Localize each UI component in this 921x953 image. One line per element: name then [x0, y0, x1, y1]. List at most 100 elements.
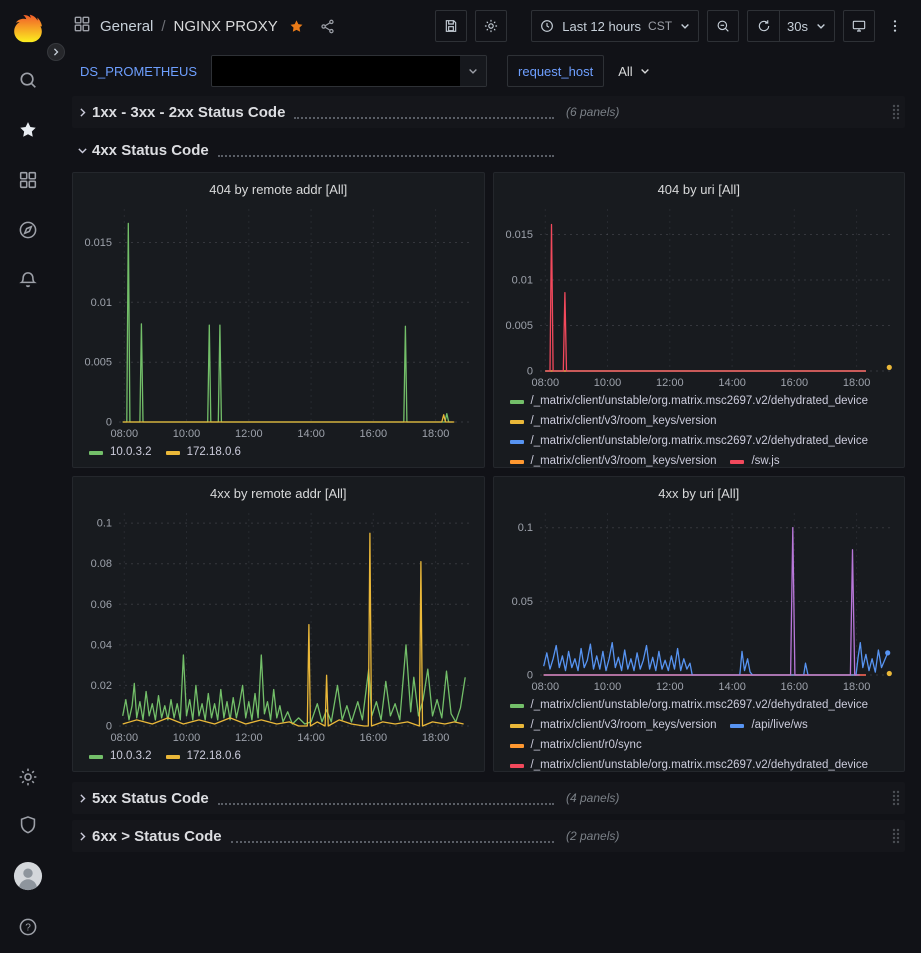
svg-text:16:00: 16:00 — [780, 681, 808, 693]
panel-404-by-uri: 404 by uri [All] 00.0050.010.01508:0010:… — [493, 172, 906, 468]
series-color-marker — [510, 400, 524, 404]
panel-legend: /_matrix/client/unstable/org.matrix.msc2… — [494, 391, 905, 467]
row-title: 1xx - 3xx - 2xx Status Code — [92, 104, 285, 121]
legend-item[interactable]: /_matrix/client/unstable/org.matrix.msc2… — [510, 756, 869, 771]
legend-item[interactable]: /_matrix/client/unstable/org.matrix.msc2… — [510, 432, 869, 451]
kebab-menu-button[interactable] — [883, 10, 907, 42]
drag-handle-icon[interactable] — [889, 790, 903, 806]
svg-text:0.1: 0.1 — [517, 522, 532, 534]
drag-handle-icon[interactable] — [889, 104, 903, 120]
svg-text:0: 0 — [526, 366, 532, 378]
user-avatar-button[interactable] — [13, 861, 43, 891]
save-icon — [443, 18, 459, 34]
sidebar-item-server-admin[interactable] — [16, 813, 40, 837]
time-range-picker[interactable]: Last 12 hours CST — [531, 10, 699, 42]
panel-title[interactable]: 404 by uri [All] — [494, 173, 905, 201]
time-series-chart[interactable]: 00.0050.010.01508:0010:0012:0014:0016:00… — [73, 201, 484, 442]
sidebar-item-alerting[interactable] — [16, 268, 40, 292]
svg-text:14:00: 14:00 — [718, 377, 746, 389]
legend-item[interactable]: 10.0.3.2 — [89, 747, 152, 766]
sidebar-item-configuration[interactable] — [16, 765, 40, 789]
main-area: General / NGINX PROXY — [56, 0, 921, 953]
grafana-logo[interactable] — [10, 10, 46, 46]
time-series-chart[interactable]: 00.050.108:0010:0012:0014:0016:0018:00 — [494, 505, 905, 695]
variable-dropdown-request-host[interactable]: All — [610, 55, 658, 87]
legend-item[interactable]: 172.18.0.6 — [166, 747, 241, 766]
favorite-button[interactable] — [288, 18, 305, 35]
sidebar-item-explore[interactable] — [16, 218, 40, 242]
sidebar-expand-button[interactable] — [47, 43, 65, 61]
legend-item[interactable]: /_matrix/client/unstable/org.matrix.msc2… — [510, 696, 869, 715]
panel-title[interactable]: 404 by remote addr [All] — [73, 173, 484, 201]
variables-bar: DS_PROMETHEUS request_host All — [56, 52, 921, 96]
chevron-right-icon — [72, 830, 92, 843]
svg-text:0.015: 0.015 — [84, 237, 112, 249]
legend-item[interactable]: /_matrix/client/v3/room_keys/version — [510, 716, 717, 735]
save-dashboard-button[interactable] — [435, 10, 467, 42]
svg-text:14:00: 14:00 — [297, 428, 325, 440]
refresh-interval-dropdown[interactable]: 30s — [779, 10, 835, 42]
variable-dropdown-ds-prometheus[interactable] — [211, 55, 487, 87]
svg-text:0.04: 0.04 — [91, 639, 112, 651]
dashboard-row-5xx[interactable]: 5xx Status Code (4 panels) — [72, 782, 905, 814]
time-series-chart[interactable]: 00.0050.010.01508:0010:0012:0014:0016:00… — [494, 201, 905, 391]
sidebar-item-help[interactable]: ? — [16, 915, 40, 939]
dashboard-title: NGINX PROXY — [174, 18, 278, 35]
dotted-leader — [294, 105, 554, 119]
legend-item[interactable]: /_matrix/client/r0/sync — [510, 736, 642, 755]
legend-item[interactable]: /_matrix/client/v3/room_keys/version — [510, 412, 717, 431]
dashboard-settings-button[interactable] — [475, 10, 507, 42]
legend-label: /_matrix/client/unstable/org.matrix.msc2… — [531, 432, 869, 451]
legend-item[interactable]: /sw.js — [730, 452, 779, 467]
chevron-down-icon — [679, 20, 691, 32]
legend-label: /_matrix/client/unstable/org.matrix.msc2… — [531, 392, 869, 411]
svg-text:18:00: 18:00 — [422, 428, 450, 440]
zoom-out-button[interactable] — [707, 10, 739, 42]
panel-title[interactable]: 4xx by remote addr [All] — [73, 477, 484, 505]
legend-item[interactable]: /_matrix/client/unstable/org.matrix.msc2… — [510, 392, 869, 411]
chart-svg: 00.020.040.060.080.108:0010:0012:0014:00… — [73, 505, 484, 746]
svg-text:10:00: 10:00 — [173, 732, 201, 744]
chevron-down-icon — [815, 20, 827, 32]
chevron-down-icon — [639, 65, 651, 77]
refresh-button[interactable] — [747, 10, 779, 42]
time-range-label: Last 12 hours — [562, 19, 641, 34]
panel-4xx-by-remote-addr: 4xx by remote addr [All] 00.020.040.060.… — [72, 476, 485, 772]
chevron-down-icon — [72, 144, 92, 157]
drag-handle-icon[interactable] — [889, 828, 903, 844]
refresh-icon — [756, 18, 772, 34]
sidebar-item-starred[interactable] — [16, 118, 40, 142]
dashboard-row-1xx-3xx-2xx[interactable]: 1xx - 3xx - 2xx Status Code (6 panels) — [72, 96, 905, 128]
series-color-marker — [89, 755, 103, 759]
legend-item[interactable]: /api/live/ws — [730, 716, 807, 735]
legend-label: /_matrix/client/v3/room_keys/version — [531, 452, 717, 467]
legend-item[interactable]: 172.18.0.6 — [166, 443, 241, 462]
share-button[interactable] — [319, 18, 336, 35]
help-icon: ? — [17, 916, 39, 938]
svg-text:0.1: 0.1 — [97, 518, 112, 530]
clock-icon — [539, 18, 555, 34]
legend-label: /_matrix/client/v3/room_keys/version — [531, 412, 717, 431]
dashboard-row-4xx[interactable]: 4xx Status Code — [72, 134, 905, 166]
panel-title[interactable]: 4xx by uri [All] — [494, 477, 905, 505]
time-series-chart[interactable]: 00.020.040.060.080.108:0010:0012:0014:00… — [73, 505, 484, 746]
series-color-marker — [510, 440, 524, 444]
tv-mode-button[interactable] — [843, 10, 875, 42]
dashboard-row-6xx[interactable]: 6xx > Status Code (2 panels) — [72, 820, 905, 852]
legend-label: 10.0.3.2 — [110, 747, 152, 766]
breadcrumb-section[interactable]: General — [100, 18, 153, 35]
svg-text:14:00: 14:00 — [297, 732, 325, 744]
series-color-marker — [510, 704, 524, 708]
sidebar-item-search[interactable] — [16, 68, 40, 92]
series-color-marker — [730, 724, 744, 728]
svg-text:12:00: 12:00 — [235, 428, 263, 440]
series-color-marker — [89, 451, 103, 455]
legend-item[interactable]: 10.0.3.2 — [89, 443, 152, 462]
chevron-right-icon — [72, 106, 92, 119]
row-panel-count: (2 panels) — [566, 829, 619, 843]
legend-item[interactable]: /_matrix/client/v3/room_keys/version — [510, 452, 717, 467]
settings-gear-icon — [483, 18, 499, 34]
legend-label: /_matrix/client/unstable/org.matrix.msc2… — [531, 696, 869, 715]
svg-text:?: ? — [25, 923, 31, 934]
sidebar-item-dashboards[interactable] — [16, 168, 40, 192]
